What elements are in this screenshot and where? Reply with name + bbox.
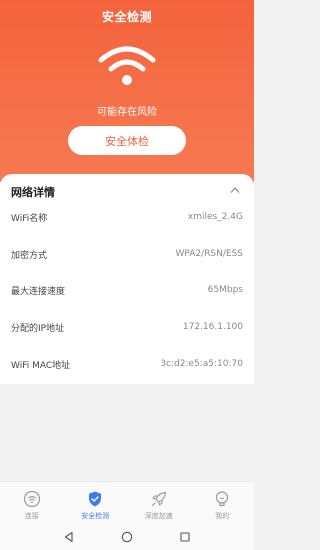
detail-key: 最大连接速度 bbox=[11, 286, 66, 297]
home-circle-icon[interactable] bbox=[121, 531, 133, 543]
system-nav-bar bbox=[0, 523, 254, 550]
back-triangle-icon[interactable] bbox=[63, 531, 75, 543]
detail-value: 172.16.1.100 bbox=[182, 322, 243, 332]
detail-value: xmiles_2.4G bbox=[187, 212, 243, 222]
detail-value: WPA2/RSN/ESS bbox=[175, 249, 243, 259]
page-title: 安全检测 bbox=[101, 10, 152, 24]
risk-status: 可能存在风险 bbox=[97, 107, 157, 118]
detail-value: 3c:d2:e5:a5:10:70 bbox=[160, 359, 243, 369]
detail-key: 加密方式 bbox=[11, 250, 48, 261]
details-title: 网络详情 bbox=[11, 186, 55, 199]
detail-row-encryption: 加密方式 WPA2/RSN/ESS bbox=[11, 245, 243, 263]
rocket-icon bbox=[151, 491, 166, 507]
wifi-circle-icon bbox=[23, 490, 40, 508]
tab-connect[interactable]: 连接 bbox=[0, 482, 64, 524]
tab-label: 我的 bbox=[215, 512, 230, 520]
bulb-icon bbox=[216, 491, 229, 507]
recents-square-icon[interactable] bbox=[179, 531, 191, 543]
detail-key: WiFi MAC地址 bbox=[11, 360, 71, 371]
detail-key: WiFi名称 bbox=[11, 213, 48, 224]
shield-check-icon bbox=[89, 491, 102, 507]
tab-label: 安全检测 bbox=[81, 512, 110, 520]
tab-deep-boost[interactable]: 深度加速 bbox=[127, 482, 191, 524]
bottom-tab-bar: 连接 安全检测 深度加速 我的 bbox=[0, 481, 254, 524]
detail-row-wifi-name: WiFi名称 xmiles_2.4G bbox=[11, 208, 243, 226]
hero-banner: 安全检测 可能存在风险 安全体检 bbox=[0, 0, 254, 182]
tab-label: 连接 bbox=[24, 512, 39, 520]
wifi-icon bbox=[98, 46, 156, 85]
detail-row-mac: WiFi MAC地址 3c:d2:e5:a5:10:70 bbox=[11, 355, 243, 373]
network-details-card: 网络详情 WiFi名称 xmiles_2.4G 加密方式 WPA2/RSN/ES… bbox=[0, 174, 254, 384]
tab-label: 深度加速 bbox=[144, 512, 173, 520]
detail-row-ip: 分配的IP地址 172.16.1.100 bbox=[11, 318, 243, 336]
detail-value: 65Mbps bbox=[207, 285, 243, 295]
detail-row-max-speed: 最大连接速度 65Mbps bbox=[11, 281, 243, 299]
security-check-button[interactable]: 安全体检 bbox=[68, 126, 186, 155]
chevron-up-icon[interactable] bbox=[230, 186, 240, 194]
tab-security-check[interactable]: 安全检测 bbox=[64, 482, 128, 524]
tab-mine[interactable]: 我的 bbox=[191, 482, 255, 524]
detail-key: 分配的IP地址 bbox=[11, 323, 65, 334]
